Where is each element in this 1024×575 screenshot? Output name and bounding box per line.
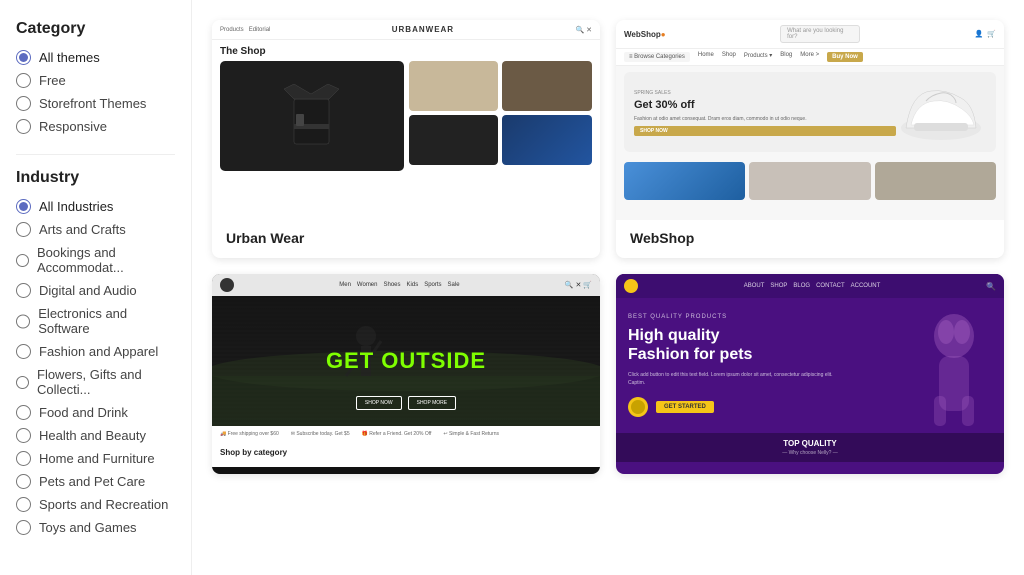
theme-card-urban-wear[interactable]: Products Editorial URBANWEAR 🔍 ✕ The Sho… bbox=[212, 20, 600, 258]
category-title: Category bbox=[16, 20, 175, 38]
webshop-preview: WebShop● What are you looking for? 👤🛒 ≡ … bbox=[616, 20, 1004, 220]
industry-fashion[interactable]: Fashion and Apparel bbox=[16, 344, 175, 359]
category-storefront[interactable]: Storefront Themes bbox=[16, 96, 175, 111]
pets-preview: ABOUT SHOP BLOG CONTACT ACCOUNT 🔍 BEST Q… bbox=[616, 274, 1004, 474]
getoutside-hero: GET OUTSIDE SHOP NOW SHOP MORE bbox=[212, 296, 600, 426]
industry-health[interactable]: Health and Beauty bbox=[16, 428, 175, 443]
industry-filter-group: All Industries Arts and Crafts Bookings … bbox=[16, 199, 175, 535]
industry-flowers[interactable]: Flowers, Gifts and Collecti... bbox=[16, 367, 175, 397]
category-free[interactable]: Free bbox=[16, 73, 175, 88]
industry-home[interactable]: Home and Furniture bbox=[16, 451, 175, 466]
industry-food[interactable]: Food and Drink bbox=[16, 405, 175, 420]
category-responsive[interactable]: Responsive bbox=[16, 119, 175, 134]
themes-grid: Products Editorial URBANWEAR 🔍 ✕ The Sho… bbox=[192, 0, 1024, 575]
urban-wear-preview: Products Editorial URBANWEAR 🔍 ✕ The Sho… bbox=[212, 20, 600, 220]
industry-all[interactable]: All Industries bbox=[16, 199, 175, 214]
pet-silhouette bbox=[914, 306, 994, 446]
sidebar: Category All themes Free Storefront Them… bbox=[0, 0, 192, 575]
industry-pets[interactable]: Pets and Pet Care bbox=[16, 474, 175, 489]
industry-electronics[interactable]: Electronics and Software bbox=[16, 306, 175, 336]
industry-title: Industry bbox=[16, 169, 175, 187]
theme-card-get-outside[interactable]: Men Women Shoes Kids Sports Sale 🔍 ✕ 🛒 bbox=[212, 274, 600, 474]
category-filter-group: All themes Free Storefront Themes Respon… bbox=[16, 50, 175, 134]
webshop-label: WebShop bbox=[616, 220, 1004, 258]
theme-card-pets[interactable]: ABOUT SHOP BLOG CONTACT ACCOUNT 🔍 BEST Q… bbox=[616, 274, 1004, 474]
theme-card-webshop[interactable]: WebShop● What are you looking for? 👤🛒 ≡ … bbox=[616, 20, 1004, 258]
industry-digital[interactable]: Digital and Audio bbox=[16, 283, 175, 298]
industry-bookings[interactable]: Bookings and Accommodat... bbox=[16, 245, 175, 275]
category-all-themes[interactable]: All themes bbox=[16, 50, 175, 65]
industry-toys[interactable]: Toys and Games bbox=[16, 520, 175, 535]
urban-wear-label: Urban Wear bbox=[212, 220, 600, 258]
getoutside-title: GET OUTSIDE bbox=[326, 348, 486, 374]
industry-arts[interactable]: Arts and Crafts bbox=[16, 222, 175, 237]
uw-header: Products Editorial URBANWEAR 🔍 ✕ bbox=[212, 20, 600, 40]
pets-tagline: — Why choose Nelly? — bbox=[628, 450, 992, 456]
getoutside-preview: Men Women Shoes Kids Sports Sale 🔍 ✕ 🛒 bbox=[212, 274, 600, 474]
shirt-illustration bbox=[284, 84, 339, 149]
sidebar-divider bbox=[16, 154, 175, 155]
industry-sports[interactable]: Sports and Recreation bbox=[16, 497, 175, 512]
shoe-illustration bbox=[896, 73, 986, 153]
